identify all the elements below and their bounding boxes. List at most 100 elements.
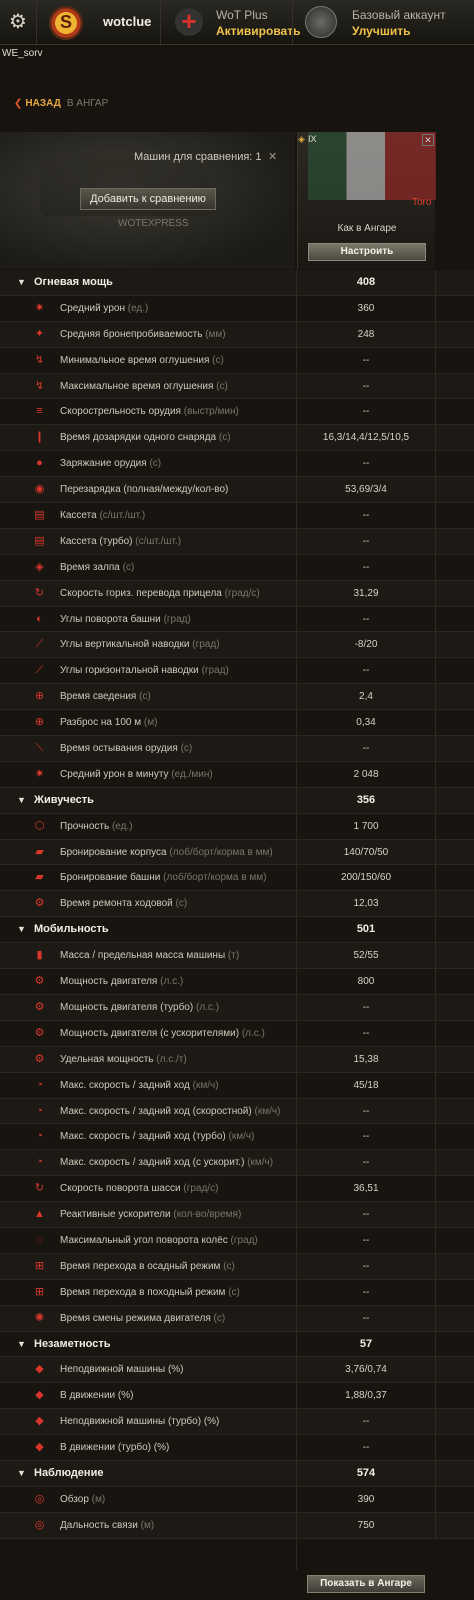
stat-value: 16,3/14,4/12,5/10,5 [322, 432, 410, 444]
stat-unit: (с) [212, 354, 224, 366]
category-label: Мобильность [34, 917, 109, 942]
stat-value: 248 [357, 328, 375, 340]
row-separator [435, 1512, 436, 1538]
stat-name: Макс. скорость / задний ход (турбо) [60, 1131, 226, 1143]
account-upgrade-link[interactable]: Улучшить [352, 24, 410, 38]
row-separator [435, 1435, 436, 1461]
show-in-hangar-button[interactable]: Показать в Ангаре [307, 1575, 425, 1593]
camo-moving-turbo-icon: ◆ [35, 1441, 44, 1454]
back-label[interactable]: НАЗАД [25, 98, 60, 109]
category-label: Огневая мощь [34, 270, 113, 295]
reload-icon: ◉ [34, 483, 45, 496]
rocket-booster-icon: ▲ [34, 1208, 45, 1221]
stat-label: Прочность (ед.) [60, 814, 133, 839]
stat-label: Неподвижной машины (%) [60, 1357, 184, 1382]
stat-unit: (с) [223, 1260, 235, 1272]
collapse-triangle-icon[interactable]: ▼ [17, 1332, 26, 1357]
stat-row: ⟋ Углы горизонтальной наводки (град) -- [0, 658, 474, 685]
stat-name: Бронирование башни [60, 872, 161, 884]
stat-value: 1,88/0,37 [345, 1390, 387, 1402]
category-row[interactable]: ▼ Незаметность 57 [0, 1331, 474, 1358]
account-tank-icon[interactable] [305, 6, 337, 38]
stat-row: ◐ Углы поворота башни (град) -- [0, 606, 474, 633]
row-separator [435, 347, 436, 373]
stat-row: ⚙ Мощность двигателя (л.с.) 800 [0, 969, 474, 995]
turret-armor-icon: ▰ [35, 871, 44, 884]
to-hangar-label[interactable]: В АНГАР [67, 98, 108, 109]
stat-value: -- [362, 1157, 370, 1169]
category-score: 356 [356, 793, 376, 806]
stat-label: Бронирование башни (лоб/борт/корма в мм) [60, 865, 266, 890]
stat-label: Макс. скорость / задний ход (с ускорит.)… [60, 1150, 273, 1175]
remove-vehicle-close-icon[interactable]: ✕ [422, 134, 434, 146]
stat-row: ● Заряжание орудия (с) -- [0, 451, 474, 478]
collapse-triangle-icon[interactable]: ▼ [17, 1461, 26, 1486]
divider [292, 0, 293, 45]
travel-mode-icon: ⊞ [34, 1285, 45, 1298]
stat-name: Углы вертикальной наводки [60, 639, 190, 651]
category-row[interactable]: ▼ Наблюдение 574 [0, 1460, 474, 1487]
category-score: 408 [356, 276, 376, 288]
collapse-triangle-icon[interactable]: ▼ [17, 270, 26, 295]
row-separator [435, 813, 436, 839]
category-row[interactable]: ▼ Мобильность 501 [0, 917, 474, 944]
stat-unit: (м) [143, 717, 158, 729]
stat-value: -- [362, 1027, 370, 1039]
stat-value: -- [362, 1234, 370, 1246]
stat-unit: (лоб/борт/корма в мм) [169, 846, 273, 858]
collapse-triangle-icon[interactable]: ▼ [17, 788, 26, 813]
stat-label: Скорострельность орудия (выстр/мин) [60, 399, 239, 424]
back-link[interactable]: ❮ НАЗАД В АНГАР [14, 98, 108, 109]
wot-plus-activate-link[interactable]: Активировать [216, 24, 301, 38]
stat-label: Минимальное время оглушения (с) [60, 348, 224, 373]
category-score: 57 [359, 1337, 373, 1350]
stat-row: ❙ Время дозарядки одного снаряда (с) 16,3/… [0, 425, 474, 452]
stat-value: 360 [357, 302, 375, 314]
stat-name: Реактивные ускорители [60, 1209, 171, 1221]
comparison-header: Машин для сравнения: 1 ✕ Добавить к срав… [0, 132, 474, 269]
row-separator [435, 969, 436, 995]
add-to-compare-button[interactable]: Добавить к сравнению [80, 188, 216, 210]
stat-name: Заряжание орудия [60, 458, 147, 470]
stat-row: ◎ Обзор (м) 390 [0, 1486, 474, 1513]
username[interactable]: wotclue [103, 14, 151, 29]
stat-value: -- [362, 1286, 370, 1298]
stat-value: 52/55 [353, 950, 379, 962]
stat-row: ✺ Время смены режима двигателя (с) -- [0, 1305, 474, 1332]
rank-badge-icon[interactable] [49, 6, 83, 40]
stat-value: 390 [357, 1493, 375, 1505]
engine-mode-icon: ✺ [34, 1311, 45, 1324]
setup-button[interactable]: Настроить [308, 243, 426, 261]
row-separator [435, 295, 436, 321]
turret-angle-icon: ◐ [36, 612, 43, 625]
stat-label: В движении (турбо) (%) [60, 1435, 169, 1460]
stat-name: Кассета (турбо) [60, 535, 133, 547]
stat-row: ▰ Бронирование башни (лоб/борт/корма в мм… [0, 865, 474, 892]
horizontal-aim-icon: ⟋ [35, 664, 44, 677]
row-separator [435, 1150, 436, 1176]
stat-value: -- [362, 613, 370, 625]
category-row[interactable]: ▼ Огневая мощь 408 [0, 270, 474, 296]
stat-label: Время перехода в осадный режим (с) [60, 1254, 235, 1279]
stat-unit: (км/ч) [228, 1131, 255, 1143]
row-separator [435, 1020, 436, 1046]
settings-gear-icon[interactable]: ⚙ [0, 0, 37, 45]
stat-row: ▮ Масса / предельная масса машины (т) 52/5… [0, 943, 474, 970]
row-separator [435, 554, 436, 580]
stat-name: Макс. скорость / задний ход (с ускорит.) [60, 1157, 245, 1169]
stat-value: 1 700 [353, 820, 379, 832]
stat-row: ⟍ Время остывания орудия (с) -- [0, 736, 474, 762]
wot-plus-icon[interactable]: + [175, 8, 203, 36]
camo-moving-icon: ◆ [35, 1389, 44, 1402]
row-separator [435, 606, 436, 632]
stat-name: Мощность двигателя [60, 976, 158, 988]
stat-name: Углы горизонтальной наводки [60, 665, 199, 677]
category-row[interactable]: ▼ Живучесть 356 [0, 787, 474, 814]
clear-all-close-icon[interactable]: ✕ [268, 150, 277, 163]
stat-label: Углы горизонтальной наводки (град) [60, 658, 229, 683]
row-separator [435, 1098, 436, 1124]
stat-value: 750 [357, 1519, 375, 1531]
collapse-triangle-icon[interactable]: ▼ [17, 917, 26, 942]
stat-label: Время ремонта ходовой (с) [60, 891, 187, 916]
stat-row: ⊕ Разброс на 100 м (м) 0,34 [0, 710, 474, 737]
